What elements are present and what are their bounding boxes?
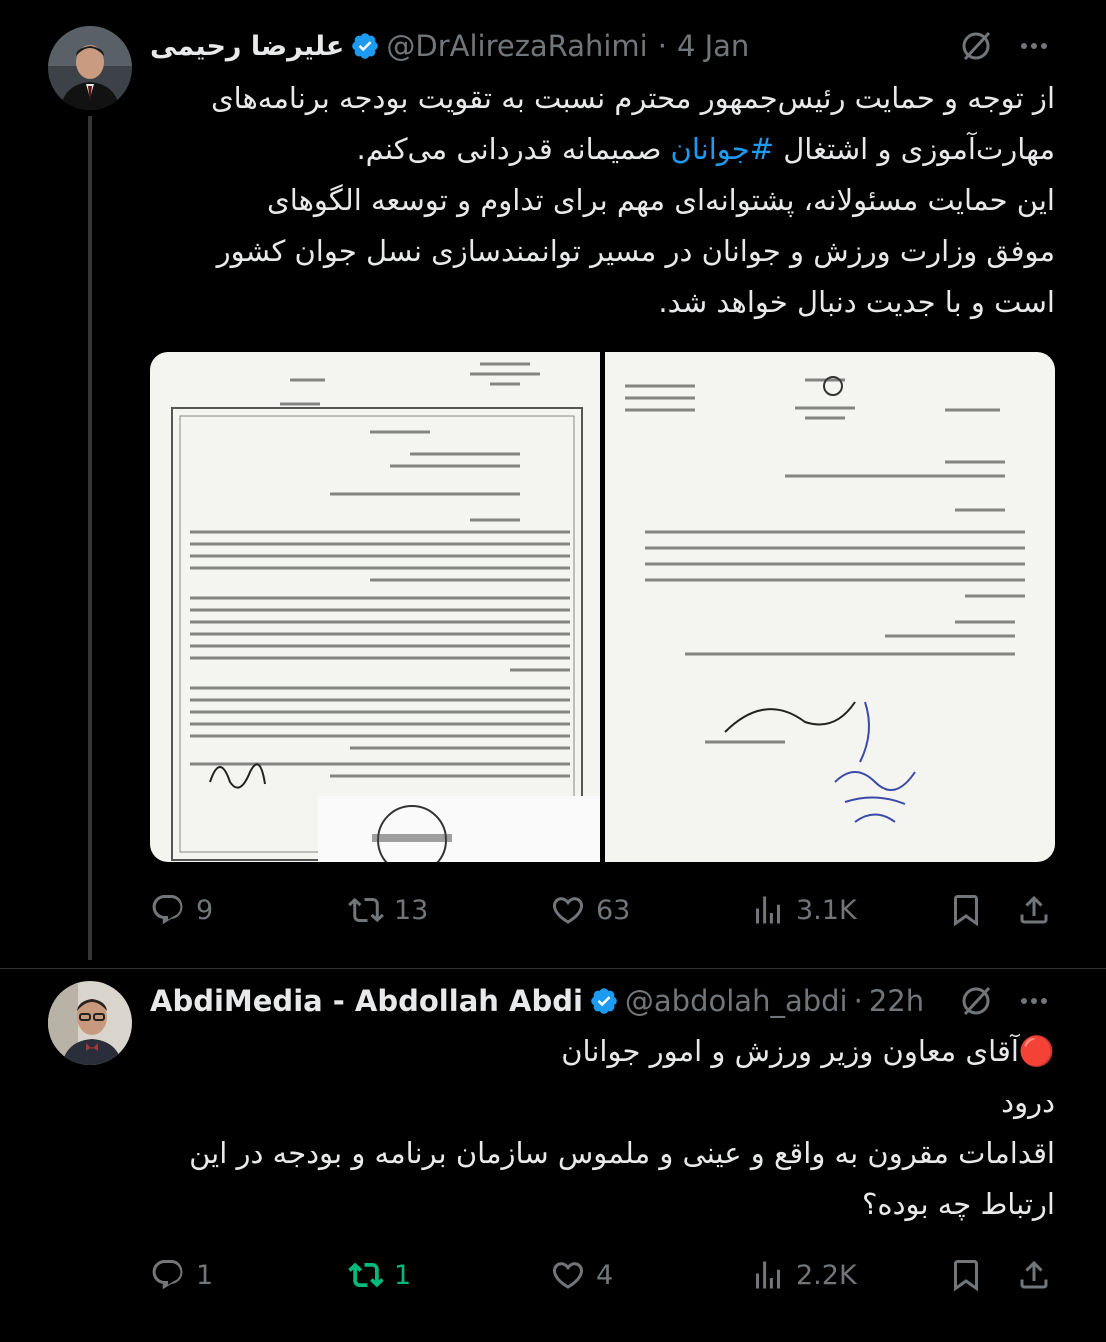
grok-icon[interactable] xyxy=(958,28,994,68)
bookmark-button[interactable] xyxy=(948,1250,984,1300)
separator-dot: · xyxy=(853,984,863,1018)
like-icon xyxy=(552,1262,584,1289)
repost-icon xyxy=(348,1262,384,1288)
tweet-actions: 9 13 63 3.1K xyxy=(150,885,1060,935)
views-icon xyxy=(756,1261,780,1289)
reply-icon xyxy=(152,1260,183,1290)
separator-dot: · xyxy=(657,29,667,63)
tweet-text-line: اقدامات مقرون به واقع و عینی و ملموس ساز… xyxy=(189,1136,1055,1170)
reply-button[interactable]: 1 xyxy=(150,1250,213,1300)
views-count: 3.1K xyxy=(796,894,857,926)
text-segment: آقای معاون وزیر ورزش و امور جوانان xyxy=(561,1034,1019,1068)
tweet-text: از توجه و حمایت رئیس‌جمهور محترم نسبت به… xyxy=(150,73,1055,328)
more-icon[interactable] xyxy=(1016,983,1052,1023)
views-button[interactable]: 3.1K xyxy=(750,885,857,935)
avatar[interactable] xyxy=(48,26,132,110)
like-button[interactable]: 63 xyxy=(550,885,630,935)
like-count: 63 xyxy=(596,894,631,926)
tweet-text-line: مهارت‌آموزی و اشتغال #جوانان صمیمانه قدر… xyxy=(150,124,1055,175)
text-segment: مهارت‌آموزی و اشتغال xyxy=(774,132,1055,166)
document-image-right[interactable] xyxy=(605,352,1055,862)
like-icon xyxy=(552,897,584,924)
repost-icon xyxy=(348,897,384,923)
tweet-text-line: موفق وزارت ورزش و جوانان در مسیر توانمند… xyxy=(216,234,1055,268)
tweet-header: AbdiMedia - Abdollah Abdi @abdolah_abdi … xyxy=(150,981,924,1021)
reply-count: 1 xyxy=(196,1259,214,1291)
repost-button[interactable]: 13 xyxy=(348,885,428,935)
author-handle[interactable]: @DrAlirezaRahimi xyxy=(386,29,647,63)
bookmark-icon xyxy=(954,1260,978,1292)
like-count: 4 xyxy=(596,1259,614,1291)
more-icon[interactable] xyxy=(1016,28,1052,68)
tweet-text-line: 🔴آقای معاون وزیر ورزش و امور جوانان xyxy=(150,1026,1055,1077)
repost-count: 13 xyxy=(394,894,429,926)
tweet-media[interactable] xyxy=(150,352,1055,862)
tweet-1[interactable]: علیرضا رحیمی @DrAlirezaRahimi · 4 Jan از… xyxy=(0,0,1106,960)
reply-icon xyxy=(152,895,183,925)
share-icon xyxy=(1020,1260,1048,1289)
share-button[interactable] xyxy=(1016,1250,1052,1300)
reply-count: 9 xyxy=(196,894,214,926)
tweet-text-line: است و با جدیت دنبال خواهد شد. xyxy=(658,285,1055,319)
share-button[interactable] xyxy=(1016,885,1052,935)
thread-line xyxy=(88,116,92,960)
red-circle-emoji: 🔴 xyxy=(1018,1034,1055,1068)
author-name[interactable]: AbdiMedia - Abdollah Abdi xyxy=(150,984,583,1018)
timestamp[interactable]: 22h xyxy=(869,984,924,1018)
tweet-text-line: درود xyxy=(1001,1085,1055,1119)
tweet-actions: 1 1 4 2.2K xyxy=(150,1250,1060,1300)
tweet-text-line: این حمایت مسئولانه، پشتوانه‌ای مهم برای … xyxy=(267,183,1055,217)
tweet-2[interactable]: AbdiMedia - Abdollah Abdi @abdolah_abdi … xyxy=(0,969,1106,1342)
like-button[interactable]: 4 xyxy=(550,1250,613,1300)
bookmark-icon xyxy=(954,895,978,927)
verified-icon xyxy=(589,986,619,1016)
author-handle[interactable]: @abdolah_abdi xyxy=(625,984,848,1018)
repost-count: 1 xyxy=(394,1259,412,1291)
tweet-text-line: از توجه و حمایت رئیس‌جمهور محترم نسبت به… xyxy=(210,81,1055,115)
document-image-left[interactable] xyxy=(150,352,600,862)
views-icon xyxy=(756,896,780,924)
tweet-text-line: ارتباط چه بوده؟ xyxy=(861,1187,1055,1221)
timestamp[interactable]: 4 Jan xyxy=(677,29,749,63)
views-button[interactable]: 2.2K xyxy=(750,1250,857,1300)
views-count: 2.2K xyxy=(796,1259,857,1291)
author-name[interactable]: علیرضا رحیمی xyxy=(150,31,344,62)
grok-icon[interactable] xyxy=(958,983,994,1023)
share-icon xyxy=(1020,895,1048,924)
text-segment: صمیمانه قدردانی می‌کنم. xyxy=(356,132,671,166)
reply-button[interactable]: 9 xyxy=(150,885,213,935)
tweet-header: علیرضا رحیمی @DrAlirezaRahimi · 4 Jan xyxy=(150,26,749,66)
bookmark-button[interactable] xyxy=(948,885,984,935)
tweet-text: 🔴آقای معاون وزیر ورزش و امور جوانان درود… xyxy=(150,1026,1055,1230)
verified-icon xyxy=(350,31,380,61)
repost-button[interactable]: 1 xyxy=(348,1250,411,1300)
avatar[interactable] xyxy=(48,981,132,1065)
hashtag-link[interactable]: #جوانان xyxy=(671,132,774,166)
